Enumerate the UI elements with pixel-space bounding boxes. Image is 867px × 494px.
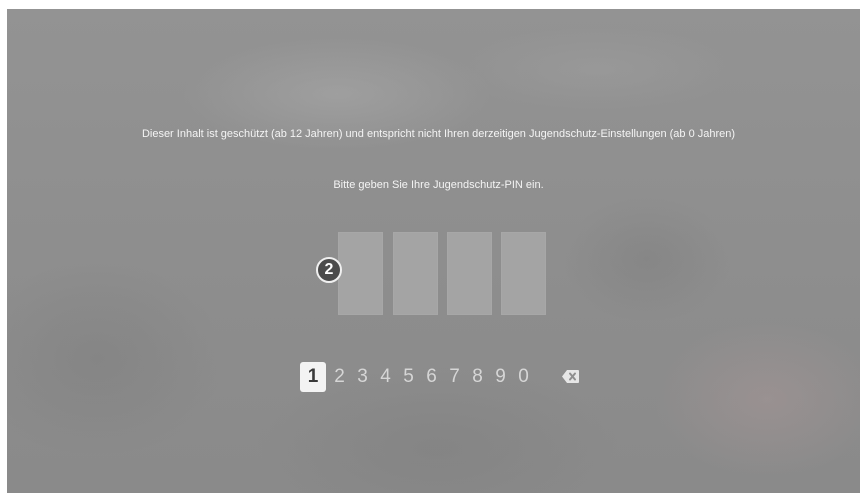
keypad-digit-7[interactable]: 7 <box>444 365 465 389</box>
keypad-digit-3[interactable]: 3 <box>352 365 373 389</box>
pin-slot-4[interactable] <box>501 232 546 315</box>
pin-entry-screen: Dieser Inhalt ist geschützt (ab 12 Jahre… <box>7 9 860 493</box>
step-number-badge: 2 <box>316 257 342 283</box>
pin-slot-3[interactable] <box>447 232 492 315</box>
keypad-digit-9[interactable]: 9 <box>490 365 511 389</box>
pin-prompt: Bitte geben Sie Ihre Jugendschutz-PIN ei… <box>333 179 544 191</box>
keypad-digit-6[interactable]: 6 <box>421 365 442 389</box>
backspace-icon[interactable] <box>561 369 580 384</box>
keypad-digit-0[interactable]: 0 <box>513 365 534 389</box>
keypad-digit-2[interactable]: 2 <box>329 365 350 389</box>
keypad-digit-8[interactable]: 8 <box>467 365 488 389</box>
pin-slot-1[interactable] <box>338 232 383 315</box>
restriction-message: Dieser Inhalt ist geschützt (ab 12 Jahre… <box>141 128 736 140</box>
keypad-digit-5[interactable]: 5 <box>398 365 419 389</box>
pin-slot-2[interactable] <box>393 232 438 315</box>
keypad-digit-1[interactable]: 1 <box>300 362 326 392</box>
keypad-digit-4[interactable]: 4 <box>375 365 396 389</box>
